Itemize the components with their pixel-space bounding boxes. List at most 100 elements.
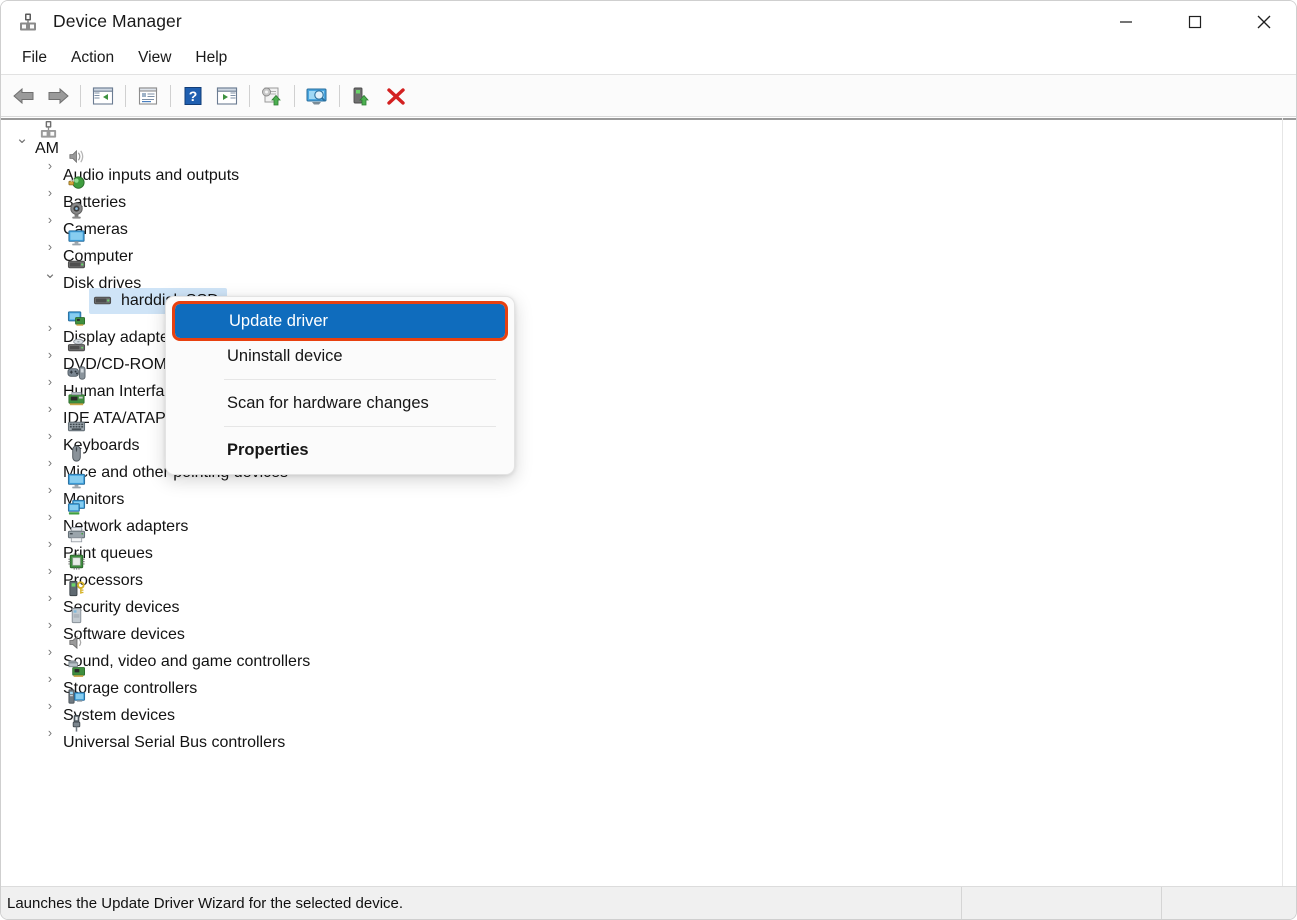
chevron-right-icon[interactable]: ›	[37, 348, 63, 362]
tree-node-processors[interactable]: › Processors	[1, 553, 1296, 588]
menu-help[interactable]: Help	[183, 46, 239, 70]
status-bar: Launches the Update Driver Wizard for th…	[1, 886, 1296, 919]
sound-controller-icon	[63, 633, 89, 653]
chevron-right-icon[interactable]: ›	[37, 564, 63, 578]
chevron-right-icon[interactable]: ›	[37, 321, 63, 335]
toolbar-separator	[80, 84, 81, 107]
tree-node-computer[interactable]: › Computer	[1, 230, 1296, 264]
menu-action[interactable]: Action	[59, 46, 126, 70]
help-icon[interactable]: ?	[176, 80, 210, 112]
forward-icon[interactable]	[41, 80, 75, 112]
system-device-icon	[63, 687, 89, 707]
chevron-down-icon[interactable]: ⌄	[37, 266, 63, 280]
computer-root-icon	[35, 120, 61, 140]
tree-node-security-devices[interactable]: › Security devices	[1, 580, 1296, 615]
ide-controller-icon	[63, 390, 89, 410]
context-menu-item-properties[interactable]: Properties	[173, 433, 507, 467]
network-adapter-icon	[63, 498, 89, 518]
chevron-right-icon[interactable]: ›	[37, 672, 63, 686]
window-title: Device Manager	[53, 11, 182, 31]
chevron-down-icon[interactable]: ⌄	[9, 131, 35, 145]
tree-right-divider	[1282, 118, 1283, 888]
show-hide-console-tree-icon[interactable]	[86, 80, 120, 112]
display-adapter-icon	[63, 309, 89, 329]
chevron-right-icon[interactable]: ›	[37, 213, 63, 227]
tree-node-network-adapters[interactable]: › Network adapters	[1, 499, 1296, 534]
enable-device-icon[interactable]	[345, 80, 379, 112]
camera-icon	[63, 201, 89, 221]
tree-node-universal-serial-bus-controllers[interactable]: › Universal Serial Bus controllers	[1, 714, 1296, 750]
toolbar-separator	[249, 84, 250, 107]
menu-file[interactable]: File	[10, 46, 59, 70]
chevron-right-icon[interactable]: ›	[37, 240, 63, 254]
chevron-right-icon[interactable]: ›	[37, 429, 63, 443]
chevron-right-icon[interactable]: ›	[37, 591, 63, 605]
close-button[interactable]	[1229, 1, 1296, 42]
chevron-right-icon[interactable]: ›	[37, 186, 63, 200]
battery-icon	[63, 174, 89, 194]
computer-icon	[63, 228, 89, 248]
tree-node-cameras[interactable]: › Cameras	[1, 202, 1296, 237]
context-menu: Update driver Uninstall device Scan for ha…	[165, 296, 515, 475]
status-message: Launches the Update Driver Wizard for th…	[7, 894, 404, 912]
maximize-button[interactable]	[1160, 1, 1229, 42]
chevron-right-icon[interactable]: ›	[37, 537, 63, 551]
menu-bar: File Action View Help	[1, 42, 1296, 75]
title-bar: Device Manager	[1, 1, 1296, 42]
chevron-right-icon[interactable]: ›	[37, 645, 63, 659]
context-menu-item-update-driver[interactable]: Update driver	[172, 301, 508, 341]
minimize-button[interactable]	[1091, 1, 1160, 42]
tree-node-content: Disk drives	[63, 255, 141, 293]
show-hide-action-pane-icon[interactable]	[210, 80, 244, 112]
audio-icon	[63, 147, 89, 167]
context-menu-item-scan-for-hardware-changes[interactable]: Scan for hardware changes	[173, 386, 507, 420]
hid-icon	[63, 363, 89, 383]
context-menu-item-uninstall-device[interactable]: Uninstall device	[173, 339, 507, 373]
disk-drive-icon	[89, 291, 115, 311]
security-device-icon	[63, 579, 89, 599]
chevron-right-icon[interactable]: ›	[37, 699, 63, 713]
tree-node-content: Universal Serial Bus controllers	[63, 714, 285, 752]
svg-text:?: ?	[189, 88, 198, 104]
device-manager-icon	[17, 11, 39, 33]
tree-node-audio-inputs-and-outputs[interactable]: › Audio inputs and outputs	[1, 149, 1296, 183]
chevron-right-icon[interactable]: ›	[37, 456, 63, 470]
storage-controller-icon	[63, 660, 89, 680]
chevron-right-icon[interactable]: ›	[37, 618, 63, 632]
printer-icon	[63, 525, 89, 545]
device-manager-window: Device Manager File Action View Help ? ⌄…	[0, 0, 1297, 920]
monitor-icon	[63, 471, 89, 491]
processor-icon	[63, 552, 89, 572]
window-controls	[1091, 1, 1296, 42]
software-device-icon	[63, 606, 89, 626]
chevron-right-icon[interactable]: ›	[37, 375, 63, 389]
toolbar-separator	[294, 84, 295, 107]
usb-icon	[63, 714, 89, 734]
chevron-right-icon[interactable]: ›	[37, 483, 63, 497]
toolbar-separator	[170, 84, 171, 107]
back-icon[interactable]	[7, 80, 41, 112]
menu-view[interactable]: View	[126, 46, 183, 70]
tree-node-label: AM	[35, 139, 59, 157]
dvd-drive-icon	[63, 336, 89, 356]
chevron-right-icon[interactable]: ›	[37, 402, 63, 416]
disk-drive-icon	[63, 255, 89, 275]
update-driver-icon[interactable]	[255, 80, 289, 112]
uninstall-device-icon[interactable]	[379, 80, 413, 112]
status-cell-1	[961, 886, 1161, 919]
scan-for-hardware-changes-icon[interactable]	[300, 80, 334, 112]
chevron-right-icon[interactable]: ›	[37, 510, 63, 524]
keyboard-icon	[63, 417, 89, 437]
context-menu-separator	[224, 379, 496, 380]
mouse-icon	[63, 444, 89, 464]
tree-node-disk-drives[interactable]: ⌄ Disk drives	[1, 260, 1296, 291]
tree-node-storage-controllers[interactable]: › Storage controllers	[1, 660, 1296, 696]
properties-icon[interactable]	[131, 80, 165, 112]
tree-node-print-queues[interactable]: › Print queues	[1, 526, 1296, 561]
device-tree-panel: ⌄ AM › Audio inputs and outputs › Batteries › C…	[1, 118, 1296, 888]
chevron-right-icon[interactable]: ›	[37, 159, 63, 173]
tree-node-label: Universal Serial Bus controllers	[63, 733, 286, 751]
chevron-right-icon[interactable]: ›	[37, 726, 63, 740]
status-cell-2	[1161, 886, 1296, 919]
toolbar: ?	[1, 75, 1296, 117]
